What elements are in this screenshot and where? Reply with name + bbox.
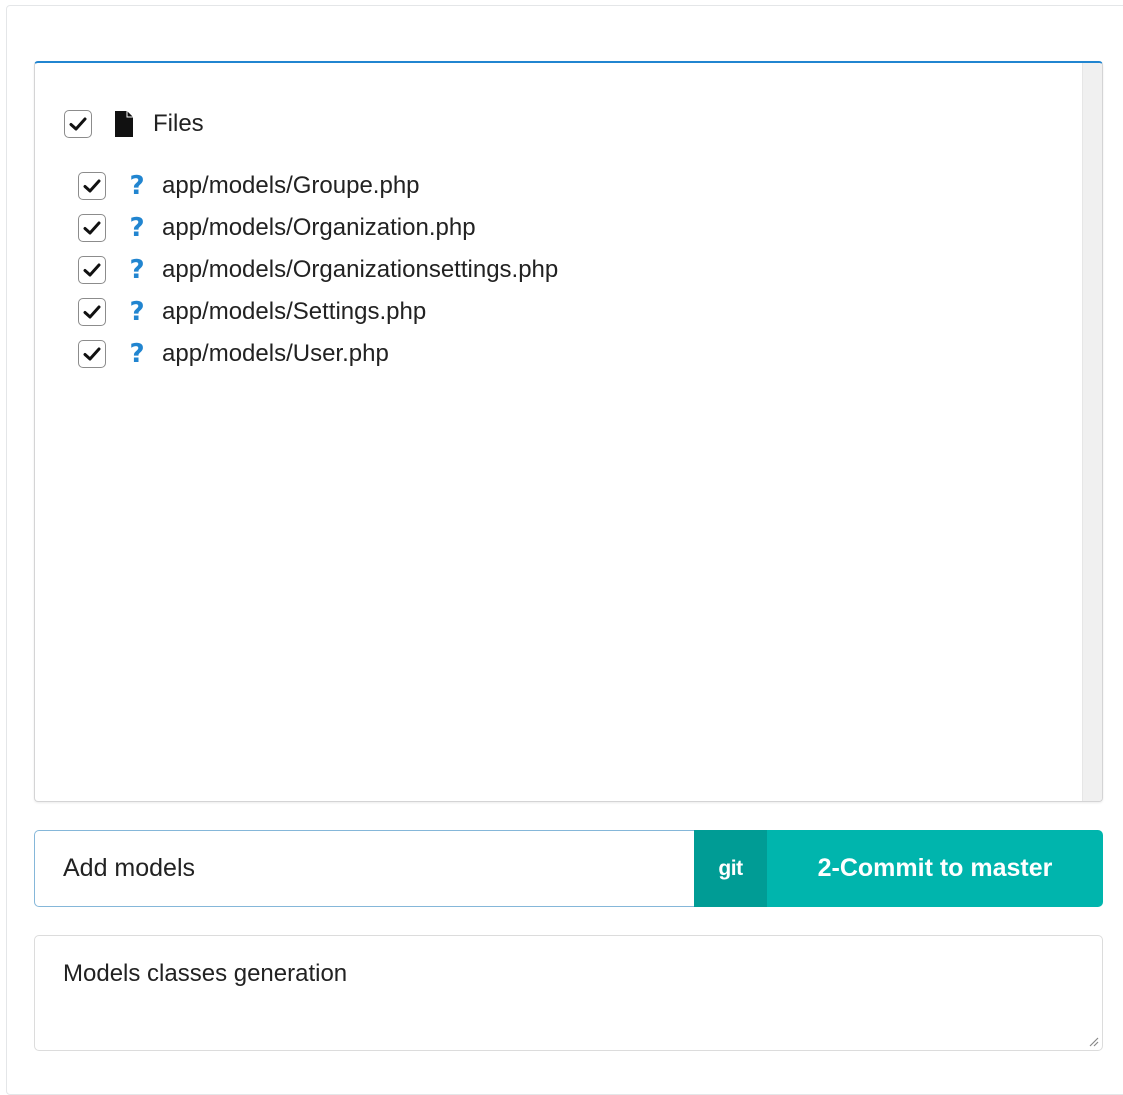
- commit-bar: git 2-Commit to master: [34, 830, 1103, 907]
- files-tree-panel: Files ? app/models/Groupe.php? app/models/…: [34, 61, 1103, 802]
- file-icon: [115, 111, 133, 137]
- checkmark-icon: [83, 347, 101, 361]
- file-list: ? app/models/Groupe.php? app/models/Organi…: [78, 165, 558, 375]
- files-root-row: Files: [64, 109, 204, 139]
- commit-message-input[interactable]: [34, 830, 694, 907]
- file-list-item: ? app/models/User.php: [78, 333, 558, 375]
- question-icon: ?: [129, 297, 145, 327]
- commit-button-label: 2-Commit to master: [817, 854, 1053, 882]
- file-checkbox[interactable]: [78, 214, 106, 242]
- git-icon: git: [694, 830, 767, 907]
- file-list-item: ? app/models/Organization.php: [78, 207, 558, 249]
- resize-grip-icon[interactable]: [1089, 1037, 1099, 1047]
- file-path: app/models/Organizationsettings.php: [162, 256, 559, 283]
- file-list-item: ? app/models/Groupe.php: [78, 165, 558, 207]
- file-checkbox[interactable]: [78, 298, 106, 326]
- commit-description-textarea[interactable]: Models classes generation: [34, 935, 1103, 1051]
- file-path: app/models/Organization.php: [162, 214, 476, 241]
- question-icon: ?: [129, 171, 145, 201]
- question-icon: ?: [129, 255, 145, 285]
- file-checkbox[interactable]: [78, 172, 106, 200]
- question-icon: ?: [129, 339, 145, 369]
- file-path: app/models/User.php: [162, 340, 389, 367]
- file-list-item: ? app/models/Organizationsettings.php: [78, 249, 558, 291]
- question-icon: ?: [129, 213, 145, 243]
- checkmark-icon: [83, 305, 101, 319]
- files-root-label: Files: [153, 110, 204, 137]
- scrollbar[interactable]: [1082, 63, 1102, 801]
- file-checkbox[interactable]: [78, 256, 106, 284]
- file-checkbox[interactable]: [78, 340, 106, 368]
- checkmark-icon: [83, 179, 101, 193]
- file-path: app/models/Groupe.php: [162, 172, 420, 199]
- file-path: app/models/Settings.php: [162, 298, 427, 325]
- commit-button[interactable]: git 2-Commit to master: [694, 830, 1103, 907]
- checkmark-icon: [83, 221, 101, 235]
- checkmark-icon: [83, 263, 101, 277]
- file-list-item: ? app/models/Settings.php: [78, 291, 558, 333]
- checkmark-icon: [69, 117, 87, 131]
- files-root-checkbox[interactable]: [64, 110, 92, 138]
